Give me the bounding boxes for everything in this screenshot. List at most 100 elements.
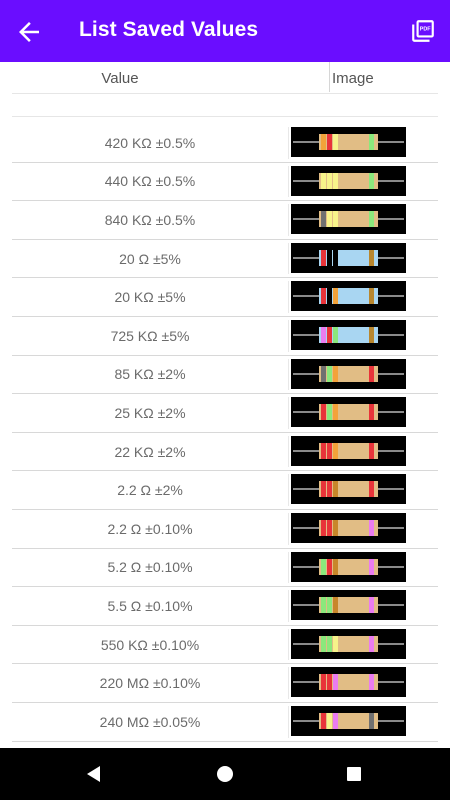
header-separator (12, 93, 438, 94)
color-band-1 (321, 326, 326, 343)
color-band-3 (333, 326, 338, 343)
color-band-4 (369, 712, 374, 729)
export-pdf-button[interactable]: PDF (410, 18, 436, 44)
color-band-4 (369, 249, 374, 266)
color-band-2 (327, 519, 332, 536)
app-bar: List Saved Values PDF (0, 0, 450, 62)
list-item[interactable]: 2.2 Ω ±2% (12, 471, 438, 510)
resistor-drawing (293, 249, 404, 266)
list-item[interactable]: 840 KΩ ±0.5% (12, 201, 438, 240)
list-item[interactable]: 22 KΩ ±2% (12, 433, 438, 472)
color-band-1 (321, 674, 326, 691)
color-band-4 (369, 134, 374, 150)
saved-values-list[interactable]: 420 KΩ ±0.5% 440 KΩ ±0.5% 840 KΩ ±0.5% 20 Ω… (12, 124, 438, 742)
list-item[interactable]: 420 KΩ ±0.5% (12, 124, 438, 163)
cell-divider (288, 358, 289, 391)
color-band-1 (321, 558, 326, 575)
color-band-1 (321, 519, 326, 536)
list-item[interactable]: 5.2 Ω ±0.10% (12, 549, 438, 588)
nav-home-circle-icon (217, 766, 233, 782)
color-band-4 (369, 326, 374, 343)
header-divider (329, 62, 330, 92)
color-band-3 (333, 134, 338, 150)
color-band-1 (321, 134, 326, 150)
color-band-3 (333, 558, 338, 575)
list-item[interactable]: 5.5 Ω ±0.10% (12, 587, 438, 626)
resistor-image (291, 165, 406, 196)
color-band-2 (327, 404, 332, 421)
list-item[interactable]: 2.2 Ω ±0.10% (12, 510, 438, 549)
resistance-value: 22 KΩ ±2% (114, 443, 186, 460)
color-band-3 (333, 635, 338, 652)
list-item[interactable]: 440 KΩ ±0.5% (12, 163, 438, 202)
list-item[interactable]: 725 KΩ ±5% (12, 317, 438, 356)
resistor-drawing (293, 597, 404, 614)
color-band-1 (321, 712, 326, 729)
cell-divider (288, 165, 289, 198)
cell-divider (288, 512, 289, 545)
resistor-drawing (293, 481, 404, 498)
nav-recents-button[interactable] (342, 762, 366, 786)
resistor-drawing (293, 326, 404, 343)
cell-divider (288, 127, 289, 159)
resistor-drawing (293, 211, 404, 228)
resistor-image (291, 705, 406, 736)
resistor-image (291, 397, 406, 428)
list-item[interactable]: 220 MΩ ±0.10% (12, 664, 438, 703)
color-band-1 (321, 211, 326, 228)
color-band-2 (327, 134, 332, 150)
color-band-1 (321, 442, 326, 459)
color-band-2 (327, 365, 332, 382)
nav-home-button[interactable] (213, 762, 237, 786)
color-band-2 (327, 172, 332, 189)
resistance-value: 240 MΩ ±0.05% (99, 713, 201, 730)
list-item[interactable]: 550 KΩ ±0.10% (12, 626, 438, 665)
cell-divider (288, 628, 289, 661)
cell-divider (288, 474, 289, 506)
resistor-drawing (293, 442, 404, 459)
resistance-value: 420 KΩ ±0.5% (104, 134, 196, 151)
list-item[interactable]: 20 KΩ ±5% (12, 278, 438, 317)
color-band-2 (327, 326, 332, 343)
resistance-value: 2.2 Ω ±2% (117, 482, 183, 499)
resistor-image (291, 281, 406, 312)
resistor-drawing (293, 712, 404, 729)
color-band-4 (369, 404, 374, 421)
resistor-image (291, 551, 406, 582)
resistor-image (291, 474, 406, 505)
color-band-3 (333, 481, 338, 498)
color-band-3 (333, 365, 338, 382)
nav-back-button[interactable] (82, 762, 106, 786)
color-band-3 (333, 674, 338, 691)
color-band-2 (327, 674, 332, 691)
resistance-value: 20 KΩ ±5% (114, 289, 186, 306)
color-band-1 (321, 597, 326, 614)
back-button[interactable] (14, 17, 44, 47)
color-band-2 (327, 597, 332, 614)
list-item[interactable]: 240 MΩ ±0.05% (12, 703, 438, 742)
cell-divider (288, 397, 289, 429)
color-band-4 (369, 481, 374, 498)
color-band-1 (321, 635, 326, 652)
resistance-value: 5.2 Ω ±0.10% (107, 559, 193, 576)
color-band-3 (333, 712, 338, 729)
color-band-4 (369, 288, 374, 305)
color-band-1 (321, 172, 326, 189)
color-band-1 (321, 481, 326, 498)
list-item[interactable]: 25 KΩ ±2% (12, 394, 438, 433)
color-band-3 (333, 211, 338, 228)
color-band-3 (333, 249, 338, 266)
color-band-1 (321, 404, 326, 421)
color-band-4 (369, 558, 374, 575)
nav-back-triangle-icon (87, 766, 100, 782)
list-item[interactable]: 85 KΩ ±2% (12, 356, 438, 395)
table-header: Value Image (0, 62, 450, 94)
color-band-3 (333, 519, 338, 536)
color-band-4 (369, 211, 374, 228)
list-item[interactable]: 20 Ω ±5% (12, 240, 438, 279)
resistor-image (291, 358, 406, 389)
color-band-2 (327, 481, 332, 498)
color-band-2 (327, 288, 332, 305)
cell-divider (288, 435, 289, 468)
nav-recents-square-icon (347, 767, 361, 781)
